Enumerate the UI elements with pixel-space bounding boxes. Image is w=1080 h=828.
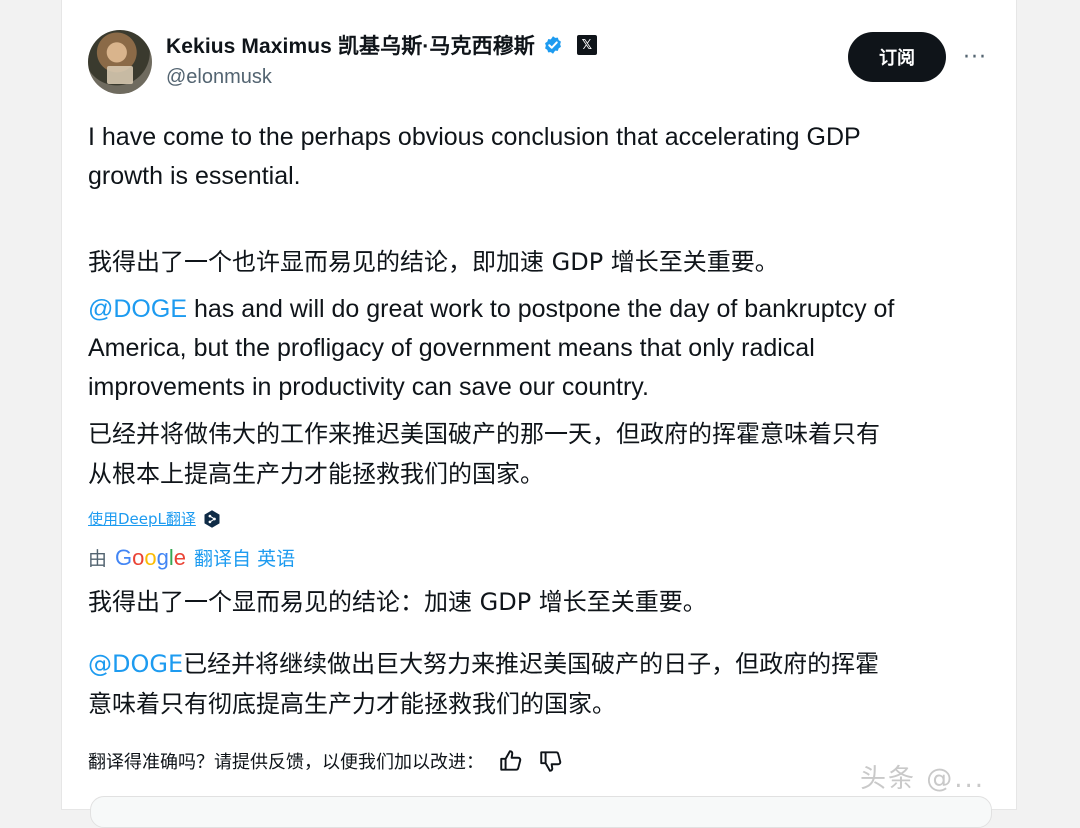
avatar-shirt-shape	[107, 66, 133, 84]
deepl-translate-link[interactable]: 使用DeepL翻译	[88, 508, 222, 529]
google-logo: Google	[115, 545, 187, 570]
deepl-translate-label: 使用DeepL翻译	[88, 510, 196, 528]
feedback-prompt: 翻译得准确吗？请提供反馈，以便我们加以改进：	[88, 752, 484, 773]
deepl-icon	[202, 509, 222, 529]
tweet-paragraph-2-cn: 已经并将做伟大的工作来推迟美国破产的那一天，但政府的挥霍意味着只有 从根本上提高…	[88, 420, 880, 488]
translated-paragraph-2: @DOGE已经并将继续做出巨大努力来推迟美国破产的日子，但政府的挥霍 意味着只有…	[88, 644, 988, 724]
x-logo-icon: 𝕏	[576, 35, 597, 55]
translated-paragraph-1: 我得出了一个显而易见的结论：加速 GDP 增长至关重要。	[88, 588, 707, 616]
translated-paragraph-2-text: 已经并将继续做出巨大努力来推迟美国破产的日子，但政府的挥霍 意味着只有彻底提高生…	[88, 650, 880, 718]
translated-mention-link-doge[interactable]: @DOGE	[88, 650, 183, 678]
thumbs-down-icon[interactable]	[538, 748, 564, 774]
tweet-paragraph-2-text: has and will do great work to postpone t…	[88, 295, 895, 401]
tweet-paragraph-2: @DOGE has and will do great work to post…	[88, 290, 988, 407]
avatar[interactable]	[88, 30, 152, 94]
more-options-icon[interactable]: ···	[960, 42, 990, 72]
google-translate-attribution: 由 Google 翻译自 英语	[88, 544, 295, 571]
thumbs-up-icon[interactable]	[498, 748, 524, 774]
by-label: 由	[88, 548, 108, 570]
translated-from-label[interactable]: 翻译自 英语	[194, 544, 295, 571]
tweet-paragraph-1-cn: 我得出了一个也许显而易见的结论，即加速 GDP 增长至关重要。	[88, 248, 779, 276]
user-handle[interactable]: @elonmusk	[166, 66, 272, 89]
tweet-paragraph-1: I have come to the perhaps obvious concl…	[88, 123, 861, 190]
translation-feedback-row: 翻译得准确吗？请提供反馈，以便我们加以改进：	[88, 748, 564, 774]
tweet-card: Kekius Maximus 凯基乌斯·马克西穆斯 𝕏 @elonmusk 订阅…	[62, 0, 1016, 828]
display-name[interactable]: Kekius Maximus 凯基乌斯·马克西穆斯	[166, 30, 535, 60]
reply-bar[interactable]	[90, 796, 992, 828]
tweet-header: Kekius Maximus 凯基乌斯·马克西穆斯 𝕏 @elonmusk 订阅…	[86, 28, 996, 98]
watermark: 头条 @...	[860, 764, 986, 794]
mention-link-doge[interactable]: @DOGE	[88, 295, 187, 323]
name-row: Kekius Maximus 凯基乌斯·马克西穆斯 𝕏	[166, 30, 597, 60]
subscribe-button[interactable]: 订阅	[848, 32, 946, 82]
verified-badge-icon	[543, 35, 563, 55]
